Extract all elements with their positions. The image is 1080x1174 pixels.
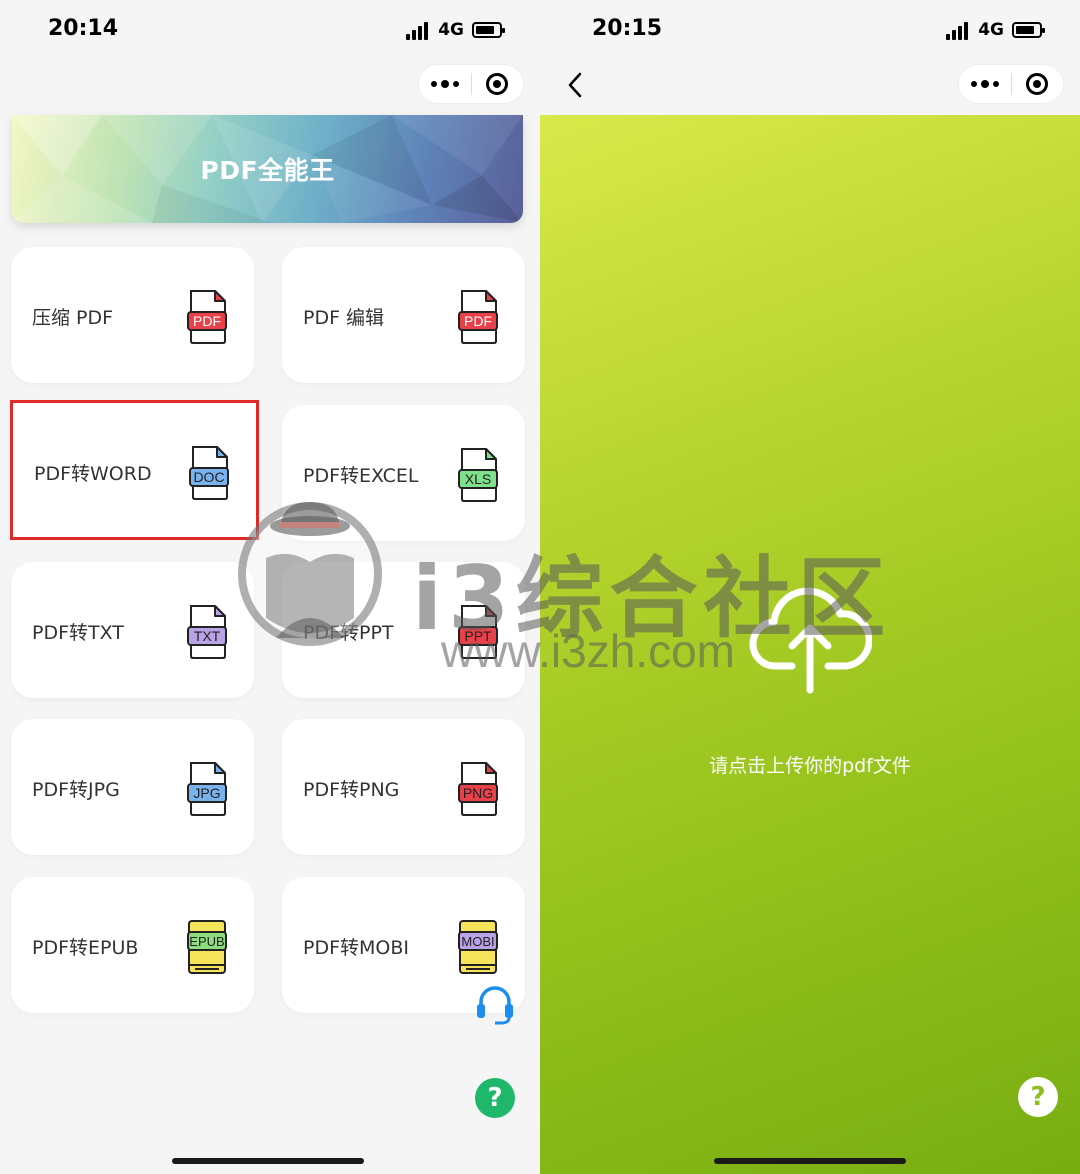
tool-card-pdf-to-jpg[interactable]: PDF转JPG JPG bbox=[11, 719, 254, 855]
jpg-file-icon: JPG bbox=[183, 761, 231, 817]
epub-book-icon: EPUB bbox=[183, 919, 231, 975]
tool-card-pdf-to-excel[interactable]: PDF转EXCEL XLS bbox=[282, 405, 525, 541]
tool-label: PDF转TXT bbox=[32, 622, 124, 644]
tool-label: PDF转PPT bbox=[303, 622, 394, 644]
signal-icon bbox=[406, 22, 428, 40]
status-bar: 20:15 4G bbox=[540, 0, 1080, 60]
help-button[interactable]: ? bbox=[1018, 1077, 1058, 1117]
tool-label: PDF转WORD bbox=[34, 463, 152, 485]
pdf-file-icon: PDF bbox=[454, 289, 502, 345]
tool-label: PDF转PNG bbox=[303, 779, 400, 801]
status-bar: 20:14 4G bbox=[0, 0, 540, 60]
doc-file-icon: DOC bbox=[185, 445, 233, 501]
signal-icon bbox=[946, 22, 968, 40]
tool-card-compress-pdf[interactable]: 压缩 PDF PDF bbox=[11, 247, 254, 383]
back-chevron-icon[interactable] bbox=[560, 70, 590, 100]
status-time: 20:15 bbox=[592, 16, 663, 41]
battery-icon bbox=[472, 22, 505, 38]
customer-service-headset-icon[interactable] bbox=[475, 982, 515, 1026]
home-indicator bbox=[172, 1158, 364, 1164]
tool-card-pdf-to-ppt[interactable]: PDF转PPT PPT bbox=[282, 562, 525, 698]
network-type: 4G bbox=[438, 20, 464, 40]
tools-screen: 20:14 4G PDF全能王 压缩 PDF PDF PDF 编辑 PDF PD… bbox=[0, 0, 540, 1174]
tool-card-pdf-to-epub[interactable]: PDF转EPUB EPUB bbox=[11, 877, 254, 1013]
mini-program-capsule bbox=[958, 64, 1064, 104]
tool-label: PDF转EXCEL bbox=[303, 465, 419, 487]
upload-area[interactable]: 请点击上传你的pdf文件 ? bbox=[540, 115, 1080, 1174]
tool-label: PDF转EPUB bbox=[32, 937, 139, 959]
tool-label: PDF转MOBI bbox=[303, 937, 410, 959]
more-icon[interactable] bbox=[419, 80, 471, 88]
battery-icon bbox=[1012, 22, 1045, 38]
pdf-file-icon: PDF bbox=[183, 289, 231, 345]
more-icon[interactable] bbox=[959, 80, 1011, 88]
mobi-book-icon: MOBI bbox=[454, 919, 502, 975]
network-type: 4G bbox=[978, 20, 1004, 40]
close-mini-program-icon[interactable] bbox=[472, 73, 523, 95]
status-time: 20:14 bbox=[48, 16, 119, 41]
banner-title: PDF全能王 bbox=[200, 156, 335, 185]
app-banner[interactable]: PDF全能王 bbox=[12, 115, 523, 223]
tool-card-pdf-to-png[interactable]: PDF转PNG PNG bbox=[282, 719, 525, 855]
tool-card-pdf-edit[interactable]: PDF 编辑 PDF bbox=[282, 247, 525, 383]
png-file-icon: PNG bbox=[454, 761, 502, 817]
tool-card-pdf-to-word[interactable]: PDF转WORD DOC bbox=[10, 400, 259, 540]
tool-label: PDF 编辑 bbox=[303, 307, 385, 329]
ppt-file-icon: PPT bbox=[454, 604, 502, 660]
tool-label: PDF转JPG bbox=[32, 779, 120, 801]
upload-screen: 20:15 4G 请点击上传你的pdf文件 ? bbox=[540, 0, 1080, 1174]
tool-card-pdf-to-txt[interactable]: PDF转TXT TXT bbox=[11, 562, 254, 698]
tool-label: 压缩 PDF bbox=[32, 307, 114, 329]
mini-program-capsule bbox=[418, 64, 524, 104]
close-mini-program-icon[interactable] bbox=[1012, 73, 1063, 95]
help-button[interactable]: ? bbox=[475, 1078, 515, 1118]
cloud-upload-icon[interactable] bbox=[748, 582, 872, 696]
home-indicator bbox=[714, 1158, 906, 1164]
xls-file-icon: XLS bbox=[454, 447, 502, 503]
txt-file-icon: TXT bbox=[183, 604, 231, 660]
upload-prompt: 请点击上传你的pdf文件 bbox=[709, 755, 911, 777]
